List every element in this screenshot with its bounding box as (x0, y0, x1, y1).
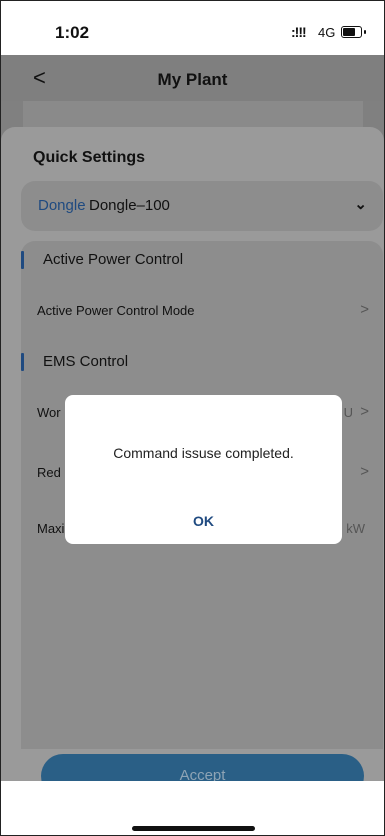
section-title: Active Power Control (43, 251, 184, 268)
chevron-down-icon: ⌄ (354, 196, 367, 213)
row-label: Active Power Control Mode (37, 303, 195, 318)
alert-dialog: Command issuse completed. OK (65, 395, 342, 544)
network-type: 4G (318, 25, 336, 40)
phone-frame: 1:02 :!!! 4G < My Plant ... Quick Settin… (0, 0, 385, 836)
signal-icon: :!!! (291, 24, 307, 40)
status-time: 1:02 (55, 23, 90, 42)
dongle-value: Dongle–100 (89, 197, 170, 214)
ok-button[interactable]: OK (65, 513, 342, 529)
row-label: Wor (37, 405, 61, 420)
row-active-power-mode[interactable]: Active Power Control Mode > (21, 295, 383, 325)
page-title: My Plant (157, 70, 228, 89)
home-bar-area (1, 781, 384, 835)
chevron-right-icon: > (360, 301, 369, 318)
dialog-message: Command issuse completed. (113, 445, 294, 461)
chevron-right-icon: > (360, 403, 369, 420)
sheet-title: Quick Settings (33, 149, 146, 166)
chevron-right-icon: > (360, 463, 369, 480)
row-value: U (343, 405, 353, 420)
battery-icon (341, 26, 366, 38)
section-marker (21, 353, 24, 371)
section-marker (21, 251, 24, 269)
section-title: EMS Control (43, 353, 129, 370)
home-indicator[interactable] (132, 826, 255, 831)
dongle-selector[interactable]: Dongle Dongle–100 ⌄ (21, 181, 383, 231)
dongle-label: Dongle (38, 197, 86, 214)
navbar: < My Plant (1, 55, 384, 101)
row-label: Red (37, 465, 61, 480)
status-bar: 1:02 :!!! 4G (1, 1, 384, 55)
